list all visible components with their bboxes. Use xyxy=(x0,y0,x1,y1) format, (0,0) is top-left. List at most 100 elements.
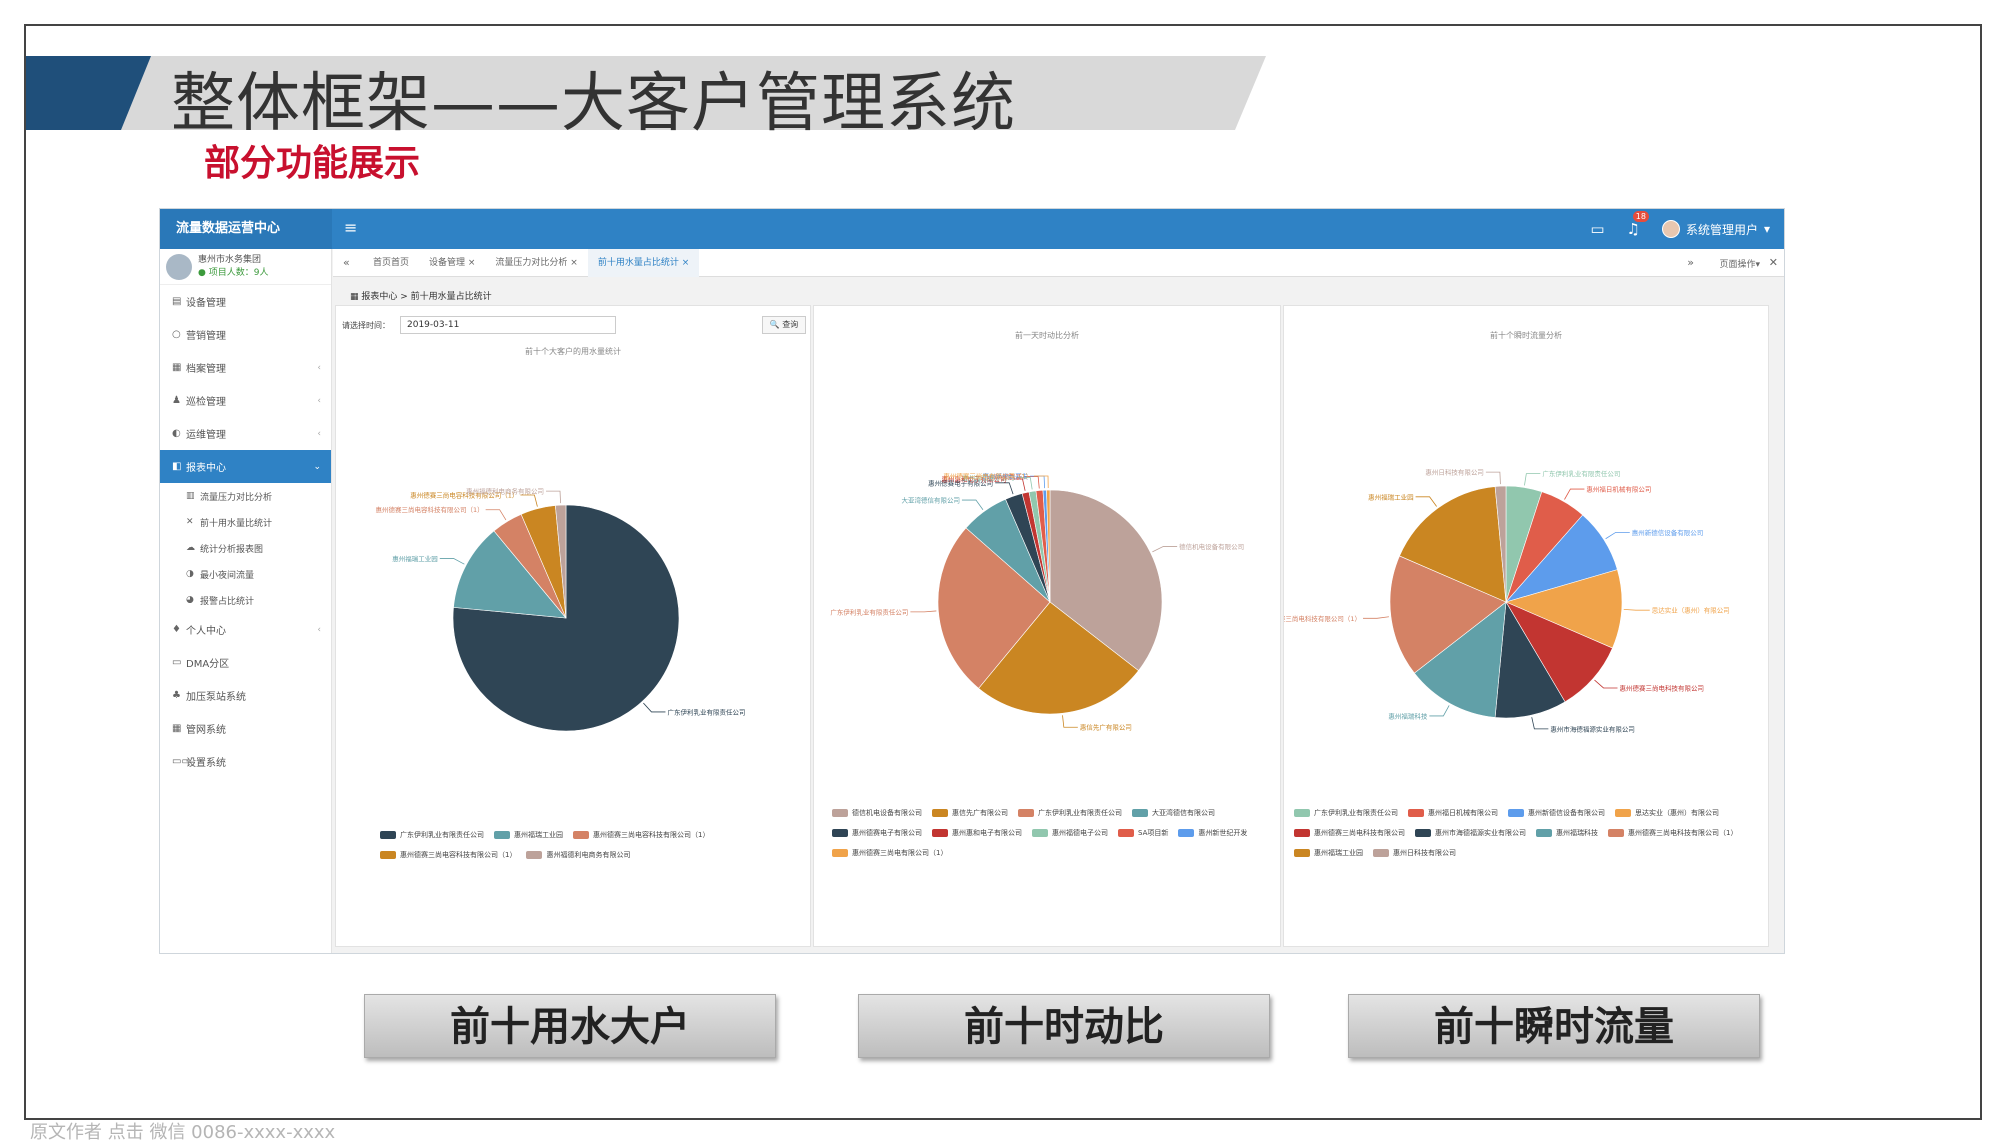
legend-swatch xyxy=(1508,809,1524,817)
legend-label: 惠州惠和电子有限公司 xyxy=(952,829,1022,837)
tab[interactable]: 设备管理 × xyxy=(419,249,485,277)
sidebar-item[interactable]: ▦ 管网系统 xyxy=(160,712,331,745)
slice-label: 惠信先广有限公司 xyxy=(1080,723,1132,732)
legend-swatch xyxy=(1032,829,1048,837)
tab-next-icon[interactable]: » xyxy=(1687,256,1694,269)
label-leader-line xyxy=(961,499,984,511)
legend-item[interactable]: 惠州市海德福源实业有限公司 xyxy=(1415,824,1526,842)
legend-label: 惠州德赛三尚电有限公司（1） xyxy=(852,849,948,857)
slice-label: 大亚湾德信有限公司 xyxy=(901,496,960,505)
tab[interactable]: 流量压力对比分析 × xyxy=(485,249,587,277)
user-menu[interactable]: 系统管理用户 ▾ xyxy=(1661,220,1770,238)
legend-swatch xyxy=(380,831,396,839)
legend-item[interactable]: 惠信先广有限公司 xyxy=(932,804,1008,822)
legend-item[interactable]: 惠州福瑞科技 xyxy=(1536,824,1598,842)
legend-item[interactable]: 广东伊利乳业有限责任公司 xyxy=(1294,804,1398,822)
label-leader-line xyxy=(1363,616,1389,619)
label-leader-line xyxy=(1429,705,1450,717)
legend-item[interactable]: 德信机电设备有限公司 xyxy=(832,804,922,822)
close-all-icon[interactable]: ✕ xyxy=(1769,256,1778,269)
legend-item[interactable]: 惠州德赛三尚电容科技有限公司（1） xyxy=(380,846,516,864)
sidebar-item[interactable]: ▤ 设备管理 xyxy=(160,285,331,318)
sidebar-item-icon: ▦ xyxy=(172,362,182,373)
legend-item[interactable]: 惠州德赛三尚电有限公司（1） xyxy=(832,844,947,862)
tab-prev-icon[interactable]: « xyxy=(343,256,350,269)
label-leader-line xyxy=(643,702,666,713)
sidebar-item-icon: ♦ xyxy=(172,624,181,635)
slice-label: 惠州福瑞工业园 xyxy=(392,554,438,563)
legend-swatch xyxy=(1132,809,1148,817)
sidebar-item[interactable]: ▥ 流量压力对比分析 xyxy=(160,483,331,509)
tab[interactable]: 首页首页 xyxy=(363,249,419,277)
sidebar-item[interactable]: ▭ DMA分区 xyxy=(160,646,331,679)
legend-item[interactable]: 惠州德赛三尚电科技有限公司（1） xyxy=(1608,824,1737,842)
sidebar-item[interactable]: ☁ 统计分析报表图 xyxy=(160,535,331,561)
page-ops-dropdown[interactable]: 页面操作▾ xyxy=(1719,257,1760,270)
legend-item[interactable]: 惠州福德电子公司 xyxy=(1032,824,1108,842)
legend-swatch xyxy=(1373,849,1389,857)
sidebar-item[interactable]: ▦ 档案管理 ‹ xyxy=(160,351,331,384)
legend-item[interactable]: 惠州福日机械有限公司 xyxy=(1408,804,1498,822)
legend-label: 惠州福瑞科技 xyxy=(1556,829,1598,837)
legend-item[interactable]: 惠州德赛三尚电容科技有限公司（1） xyxy=(573,826,709,844)
legend-swatch xyxy=(573,831,589,839)
sidebar-item-icon: ☁ xyxy=(186,543,195,553)
legend-item[interactable]: 广东伊利乳业有限责任公司 xyxy=(380,826,484,844)
legend-item[interactable]: SA项目新 xyxy=(1118,824,1168,842)
sidebar-item-label: 运维管理 xyxy=(186,430,226,441)
legend-swatch xyxy=(380,851,396,859)
slice-label: 惠州德赛三尚电容科技有限公司（1） xyxy=(376,505,484,514)
slice-label: 惠州福瑞工业园 xyxy=(1368,492,1414,501)
sidebar-item[interactable]: ○ 营销管理 xyxy=(160,318,331,351)
legend-item[interactable]: 大亚湾德信有限公司 xyxy=(1132,804,1215,822)
sidebar-item[interactable]: ▭▭ 设置系统 xyxy=(160,745,331,778)
legend-item[interactable]: 惠州惠和电子有限公司 xyxy=(932,824,1022,842)
sidebar-item[interactable]: ◧ 报表中心 ⌄ xyxy=(160,450,331,483)
watermark: 原文作者 点击 微信 0086-xxxx-xxxx xyxy=(30,1122,336,1143)
sidebar-item[interactable]: ♟ 巡检管理 ‹ xyxy=(160,384,331,417)
legend-item[interactable]: 惠州福瑞工业园 xyxy=(1294,844,1363,862)
tabs: 首页首页 设备管理 × 流量压力对比分析 × 前十用水量占比统计 × xyxy=(363,249,700,277)
label-leader-line xyxy=(1415,496,1437,507)
sidebar-item[interactable]: ◐ 运维管理 ‹ xyxy=(160,417,331,450)
chart-panel-top-water-users: 请选择时间： 🔍 查询 前十个大客户的用水量统计 广东伊利乳业有限责任公司惠州福… xyxy=(335,305,811,947)
sidebar-item-label: 报表中心 xyxy=(186,463,226,474)
legend-item[interactable]: 广东伊利乳业有限责任公司 xyxy=(1018,804,1122,822)
sidebar-item-label: 管网系统 xyxy=(186,725,226,736)
slide-title: 整体框架——大客户管理系统 xyxy=(171,67,1016,141)
legend-item[interactable]: 惠州德赛电子有限公司 xyxy=(832,824,922,842)
sidebar-item[interactable]: ✕ 前十用水量比统计 xyxy=(160,509,331,535)
sidebar-nav-more: ♦ 个人中心 ‹ ▭ DMA分区 ♣ 加压泵站系统 ▦ 管网系统 ▭▭ 设置系统 xyxy=(160,613,331,778)
label-leader-line xyxy=(1030,475,1046,489)
tab[interactable]: 前十用水量占比统计 × xyxy=(587,249,700,277)
sidebar-nav: ▤ 设备管理 ○ 营销管理 ▦ 档案管理 ‹ ♟ 巡检管理 ‹ ◐ 运维管理 ‹ ◧ 报表中心 ⌄ xyxy=(160,285,331,483)
menu-toggle-icon[interactable]: ≡ xyxy=(344,218,357,237)
sidebar-item[interactable]: ♦ 个人中心 ‹ xyxy=(160,613,331,646)
legend-item[interactable]: 惠州日科技有限公司 xyxy=(1373,844,1456,862)
sidebar-item-label: 流量压力对比分析 xyxy=(200,492,273,503)
sidebar-item[interactable]: ◕ 报警占比统计 xyxy=(160,587,331,613)
profile-text: 惠州市水务集团 ● 项目人数：9人 xyxy=(198,254,268,280)
legend-item[interactable]: 惠州福瑞工业园 xyxy=(494,826,563,844)
label-leader-line xyxy=(485,509,507,521)
bell-icon[interactable]: ♫ 18 xyxy=(1627,211,1649,238)
sidebar-item[interactable]: ♣ 加压泵站系统 xyxy=(160,679,331,712)
slice-label: 广东伊利乳业有限责任公司 xyxy=(667,707,745,716)
sidebar: 惠州市水务集团 ● 项目人数：9人 ▤ 设备管理 ○ 营销管理 ▦ 档案管理 ‹ ♟ 巡检管理 ‹… xyxy=(160,249,332,953)
legend-item[interactable]: 惠州福德利电商务有限公司 xyxy=(526,846,630,864)
app-screenshot: 流量数据运营中心 ≡ ▭ ♫ 18 系统管理用户 ▾ 惠州市水务集团 ● 项目人数… xyxy=(159,208,1785,954)
legend-item[interactable]: 惠州德赛三尚电科技有限公司 xyxy=(1294,824,1405,842)
sidebar-profile: 惠州市水务集团 ● 项目人数：9人 xyxy=(160,249,331,285)
legend-item[interactable]: 思达实业（惠州）有限公司 xyxy=(1615,804,1719,822)
sidebar-item[interactable]: ◑ 最小夜间流量 xyxy=(160,561,331,587)
legend-label: 惠州德赛三尚电容科技有限公司（1） xyxy=(400,851,517,859)
legend-item[interactable]: 惠州新德信设备有限公司 xyxy=(1508,804,1605,822)
sidebar-item-icon: ▦ xyxy=(172,723,182,734)
legend-label: 惠州福德电子公司 xyxy=(1052,829,1108,837)
legend-swatch xyxy=(1294,809,1310,817)
sidebar-item-icon: ○ xyxy=(172,329,181,340)
slice-label: 惠州德赛三尚电有限公司（1） xyxy=(943,472,1032,481)
screen-icon[interactable]: ▭ xyxy=(1590,220,1604,238)
legend-item[interactable]: 惠州新世纪开发 xyxy=(1178,824,1247,842)
sidebar-item-icon: ▭ xyxy=(172,657,182,668)
